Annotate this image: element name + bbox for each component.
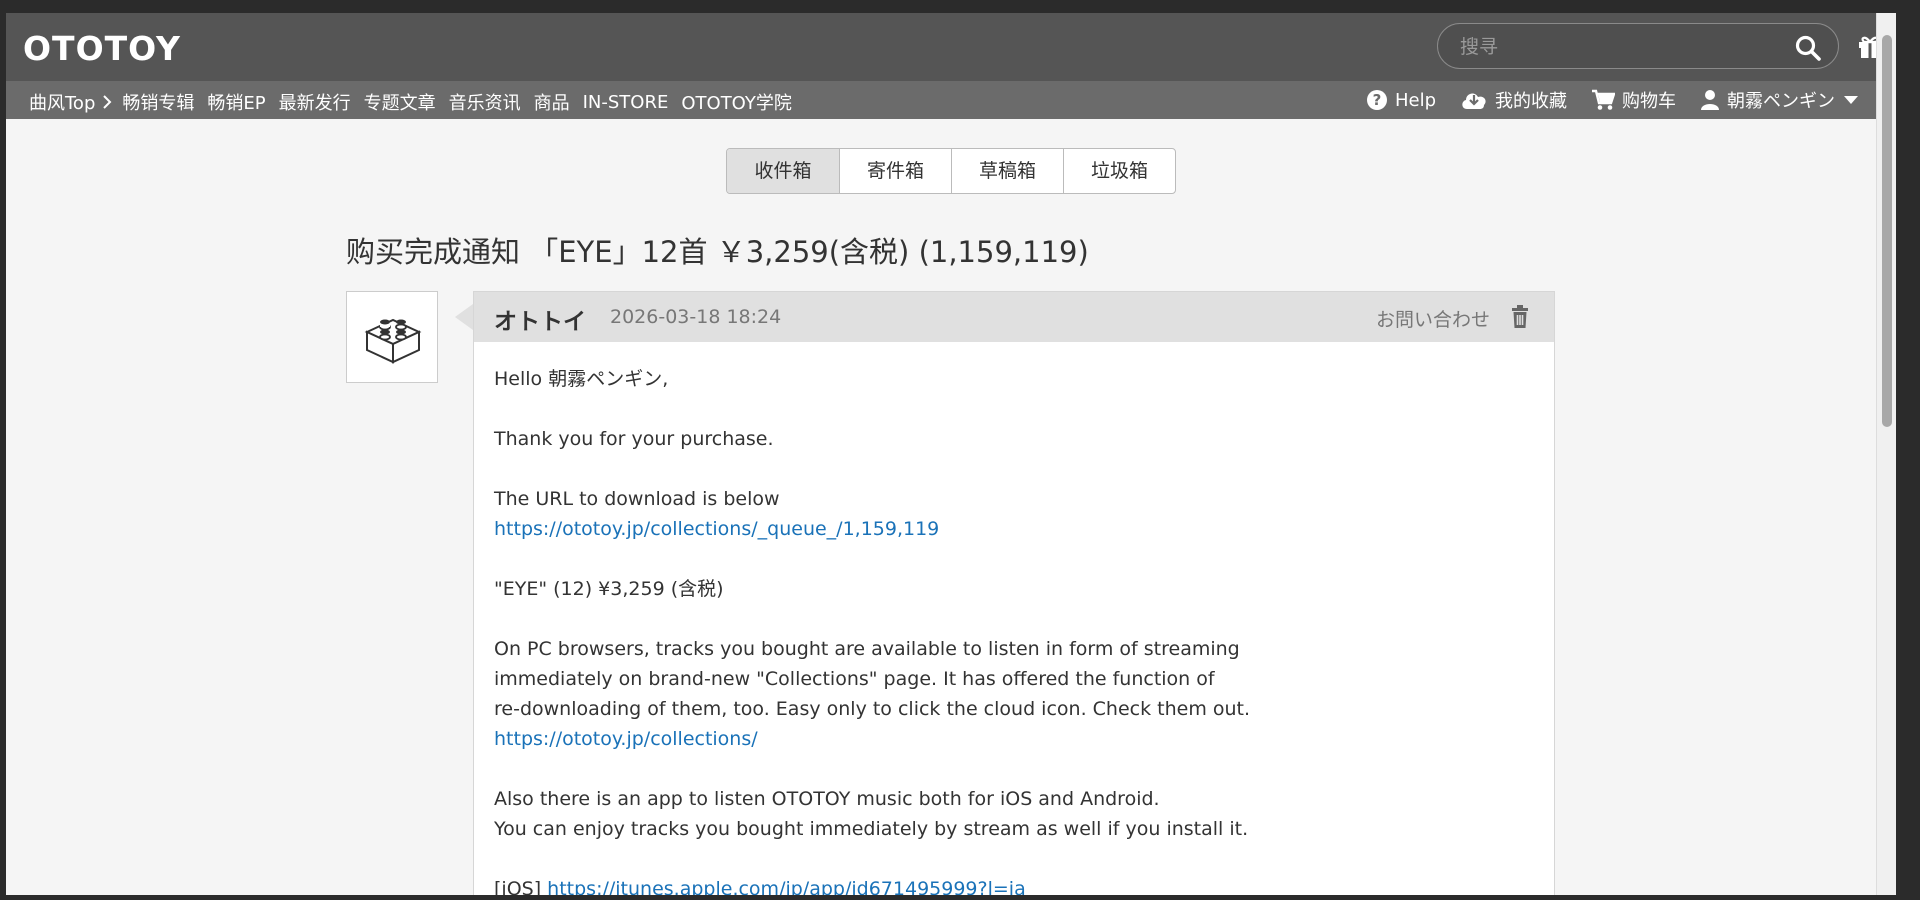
tab-inbox[interactable]: 收件箱 <box>727 149 839 193</box>
greeting-text: Hello 朝霧ペンギン, <box>494 368 669 390</box>
nav-new-releases[interactable]: 最新发行 <box>279 89 351 115</box>
user-menu[interactable]: 朝霧ペンギン <box>1700 87 1866 113</box>
browser-window: OTOTOY 曲风Top 畅销专辑 畅销EP 最新发行 专题文章 音乐 <box>6 13 1896 895</box>
svg-text:?: ? <box>1373 91 1382 109</box>
item-line-text: "EYE" (12) ¥3,259 (含税) <box>494 578 724 600</box>
cart-link[interactable]: 购物车 <box>1591 87 1676 113</box>
nav-genre-top[interactable]: 曲风Top <box>29 89 95 115</box>
sender-avatar <box>346 291 438 383</box>
tab-drafts[interactable]: 草稿箱 <box>951 149 1063 193</box>
mailbox-tabs: 收件箱 寄件箱 草稿箱 垃圾箱 <box>726 148 1176 194</box>
cloud-download-icon <box>1462 93 1486 109</box>
search-box <box>1437 23 1839 69</box>
nav-news[interactable]: 音乐资讯 <box>449 89 521 115</box>
contact-link[interactable]: お問い合わせ <box>1376 305 1490 332</box>
nav-in-store[interactable]: IN-STORE <box>583 92 669 113</box>
ios-label: [iOS] <box>494 878 542 895</box>
user-name: 朝霧ペンギン <box>1727 91 1835 112</box>
scrollbar-thumb[interactable] <box>1882 35 1892 427</box>
nav-academy[interactable]: OTOTOY学院 <box>681 89 792 115</box>
ototoy-logo[interactable]: OTOTOY <box>23 29 181 68</box>
chevron-right-icon <box>103 95 112 109</box>
pc-text-line-2: immediately on brand-new "Collections" p… <box>494 668 1215 690</box>
download-url-link[interactable]: https://ototoy.jp/collections/_queue_/1,… <box>494 518 939 540</box>
vertical-scrollbar[interactable] <box>1876 13 1896 895</box>
collection-label: 我的收藏 <box>1495 91 1567 112</box>
user-icon <box>1701 90 1719 110</box>
tab-trash[interactable]: 垃圾箱 <box>1063 149 1175 193</box>
collections-url-link[interactable]: https://ototoy.jp/collections/ <box>494 728 758 750</box>
nav-goods[interactable]: 商品 <box>534 89 570 115</box>
message-title: 购买完成通知 「EYE」12首 ￥3,259(含税) (1,159,119) <box>346 235 1089 269</box>
cart-icon <box>1592 89 1615 110</box>
app-text-line-2: You can enjoy tracks you bought immediat… <box>494 818 1249 840</box>
message-header: オトトイ 2026-03-18 18:24 お問い合わせ <box>474 292 1554 342</box>
search-input[interactable] <box>1460 34 1780 60</box>
pc-text-line-1: On PC browsers, tracks you bought are av… <box>494 638 1240 660</box>
help-label: Help <box>1394 89 1436 111</box>
help-icon: ? <box>1366 90 1387 110</box>
message-body: Hello 朝霧ペンギン, Thank you for your purchas… <box>474 342 1554 895</box>
url-intro-text: The URL to download is below <box>494 488 780 510</box>
collection-link[interactable]: 我的收藏 <box>1460 87 1567 113</box>
ios-app-url-link[interactable]: https://itunes.apple.com/jp/app/id671495… <box>547 878 1026 895</box>
pc-text-line-3: re-downloading of them, too. Easy only t… <box>494 698 1251 720</box>
sender-name: オトトイ <box>494 309 586 335</box>
nav-top-albums[interactable]: 畅销专辑 <box>122 89 194 115</box>
block-logo-icon <box>364 318 422 364</box>
message-panel: オトトイ 2026-03-18 18:24 お問い合わせ Hello 朝霧ペンギ… <box>455 291 1555 895</box>
tab-sent[interactable]: 寄件箱 <box>839 149 951 193</box>
cart-label: 购物车 <box>1622 91 1676 112</box>
top-header: OTOTOY <box>6 13 1896 81</box>
nav-user-links: ? Help 我的收藏 购物车 朝霧ペンギン <box>1342 87 1866 113</box>
app-text-line-1: Also there is an app to listen OTOTOY mu… <box>494 788 1160 810</box>
message-date: 2026-03-18 18:24 <box>610 306 782 328</box>
nav-links: 曲风Top 畅销专辑 畅销EP 最新发行 专题文章 音乐资讯 商品 IN-STO… <box>29 89 805 115</box>
nav-bar: 曲风Top 畅销专辑 畅销EP 最新发行 专题文章 音乐资讯 商品 IN-STO… <box>6 81 1896 119</box>
help-link[interactable]: ? Help <box>1366 89 1436 111</box>
search-icon[interactable] <box>1794 34 1822 62</box>
nav-features[interactable]: 专题文章 <box>364 89 436 115</box>
thanks-text: Thank you for your purchase. <box>494 428 774 450</box>
nav-top-ep[interactable]: 畅销EP <box>207 89 265 115</box>
trash-icon[interactable] <box>1510 305 1530 329</box>
caret-down-icon <box>1844 96 1858 104</box>
